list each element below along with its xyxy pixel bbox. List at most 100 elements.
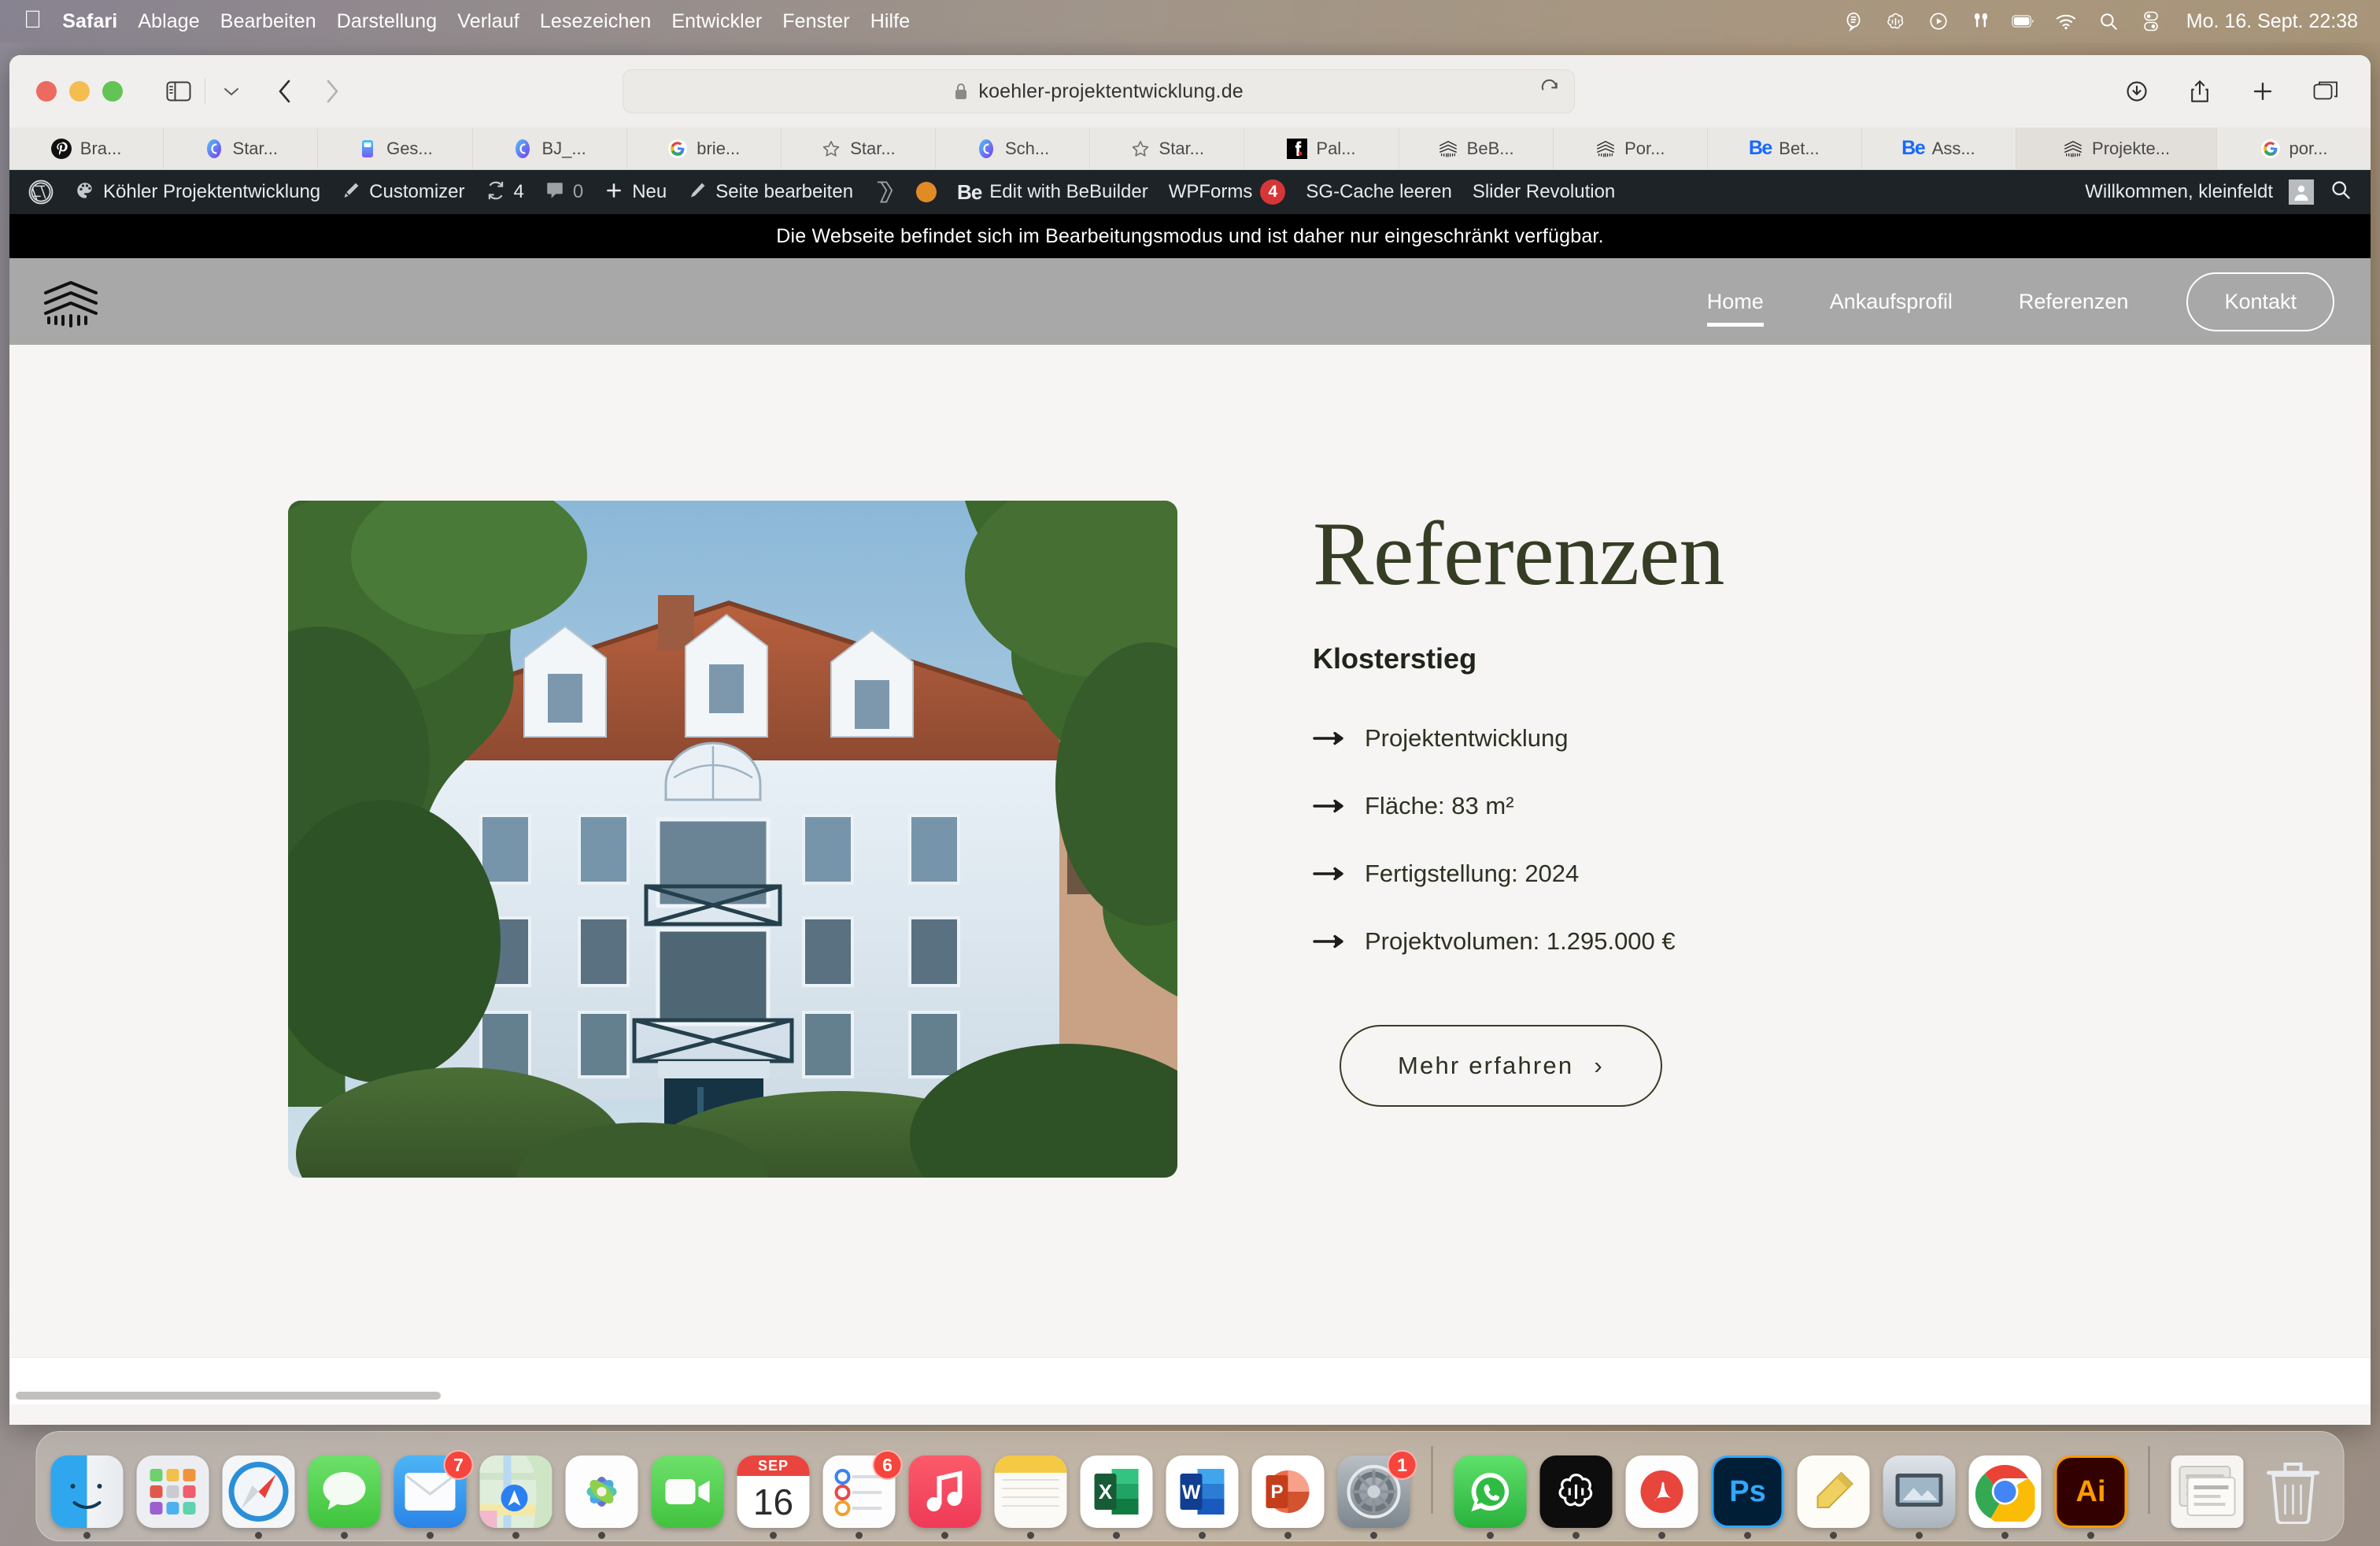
bookmark-item[interactable]: Ges... [318, 128, 473, 169]
dock-app-notes[interactable] [994, 1455, 1067, 1539]
wp-customizer[interactable]: Customizer [331, 180, 475, 205]
bookmark-item[interactable]: Star... [782, 128, 937, 169]
airpods-icon[interactable] [1969, 9, 1993, 33]
dock-app-calendar[interactable]: SEP 16 [737, 1455, 810, 1539]
dock-app-photoshop[interactable]: Ps [1711, 1455, 1784, 1539]
fact-item: Projektentwicklung [1313, 724, 1724, 753]
dock-app-safari[interactable] [222, 1455, 295, 1539]
zoom-button[interactable] [102, 81, 123, 102]
menu-bar-clock[interactable]: Mo. 16. Sept. 22:38 [2186, 10, 2358, 33]
wp-site-name[interactable]: Köhler Projektentwicklung [65, 180, 331, 205]
koehler-roof-logo[interactable] [41, 276, 101, 327]
nav-link-referenzen[interactable]: Referenzen [1986, 290, 2162, 314]
dock-app-finder[interactable] [50, 1455, 124, 1539]
dictation-icon[interactable] [1842, 9, 1865, 33]
wp-slider-revolution[interactable]: Slider Revolution [1462, 181, 1625, 203]
avatar[interactable] [2289, 179, 2314, 205]
bookmark-item[interactable]: BeB... [1399, 128, 1554, 169]
now-playing-icon[interactable] [1927, 9, 1950, 33]
dock-app-acrobat[interactable] [1625, 1455, 1698, 1539]
bookmark-item[interactable]: Be Bet... [1708, 128, 1863, 169]
menu-bearbeiten[interactable]: Bearbeiten [220, 10, 316, 33]
dock-app-illustrator[interactable]: Ai [2054, 1455, 2127, 1539]
reload-icon[interactable] [1539, 79, 1560, 104]
safari-toolbar: koehler-projektentwicklung.de [9, 55, 2371, 128]
horizontal-scrollbar[interactable] [9, 1392, 2371, 1400]
back-button[interactable] [267, 76, 303, 107]
new-tab-icon[interactable] [2245, 76, 2281, 107]
dock-app-notes-yellow[interactable] [1797, 1455, 1870, 1539]
yoast-seo-icon[interactable] [863, 179, 906, 205]
dock-app-photos[interactable] [565, 1455, 638, 1539]
menu-lesezeichen[interactable]: Lesezeichen [540, 10, 651, 33]
wp-wpforms[interactable]: WPForms 4 [1159, 179, 1296, 205]
arrow-right-icon [1313, 866, 1347, 882]
bookmark-item[interactable]: Star... [1090, 128, 1245, 169]
apple-menu-icon[interactable]:  [24, 7, 42, 31]
menu-safari[interactable]: Safari [62, 10, 117, 33]
menu-entwickler[interactable]: Entwickler [671, 10, 762, 33]
wp-greeting[interactable]: Willkommen, kleinfeldt [2085, 181, 2273, 203]
wordpress-logo-menu[interactable] [17, 179, 65, 205]
wp-new-label: Neu [632, 181, 667, 202]
control-center-icon[interactable] [2139, 9, 2163, 33]
dock-app-maps[interactable] [479, 1455, 552, 1539]
nav-link-home[interactable]: Home [1674, 290, 1797, 327]
dock-app-whatsapp[interactable] [1454, 1455, 1527, 1539]
bookmark-item[interactable]: Sch... [936, 128, 1091, 169]
dock-app-messages[interactable] [308, 1455, 381, 1539]
chatgpt-icon[interactable] [1884, 9, 1908, 33]
menu-darstellung[interactable]: Darstellung [337, 10, 438, 33]
dock-app-facetime[interactable] [651, 1455, 724, 1528]
dock-app-chatgpt[interactable] [1539, 1455, 1613, 1539]
menu-fenster[interactable]: Fenster [782, 10, 849, 33]
bookmark-item[interactable]: Pal... [1244, 128, 1399, 169]
tab-overview-icon[interactable] [2308, 76, 2344, 107]
bookmark-item[interactable]: por... [2217, 128, 2371, 169]
dock-app-chrome[interactable] [1968, 1455, 2042, 1539]
menu-ablage[interactable]: Ablage [138, 10, 199, 33]
spotlight-search-icon[interactable] [2097, 9, 2120, 33]
bookmark-item[interactable]: Bra... [9, 128, 164, 169]
dock-app-excel[interactable]: X [1080, 1455, 1153, 1539]
wp-comments[interactable]: 0 [534, 180, 593, 205]
forward-button[interactable] [314, 76, 350, 107]
status-indicator[interactable] [906, 182, 947, 202]
bookmark-item[interactable]: BJ_... [473, 128, 627, 169]
minimize-button[interactable] [69, 81, 90, 102]
dock-app-system-settings[interactable]: 1 [1337, 1450, 1417, 1539]
dock-downloads-stack[interactable] [2171, 1455, 2244, 1528]
wp-sg-cache[interactable]: SG-Cache leeren [1295, 181, 1462, 203]
dock-app-mail[interactable]: 7 [394, 1450, 474, 1539]
dock-app-music[interactable] [908, 1455, 981, 1539]
dock-app-preview[interactable] [1883, 1455, 1956, 1539]
bookmark-item[interactable]: Be Ass... [1862, 128, 2017, 169]
battery-icon[interactable] [2011, 9, 2035, 33]
menu-verlauf[interactable]: Verlauf [457, 10, 519, 33]
wp-new[interactable]: Neu [593, 180, 677, 205]
bookmark-item[interactable]: Por... [1554, 128, 1708, 169]
chevron-down-icon[interactable] [213, 76, 249, 107]
wp-edit-page[interactable]: Seite bearbeiten [677, 180, 863, 205]
nav-cta-kontakt[interactable]: Kontakt [2186, 272, 2334, 331]
downloads-icon[interactable] [2119, 76, 2155, 107]
dock-app-word[interactable]: W [1166, 1455, 1239, 1539]
dock-app-reminders[interactable]: 6 [822, 1450, 903, 1539]
address-bar[interactable]: koehler-projektentwicklung.de [622, 69, 1575, 113]
dock-app-powerpoint[interactable]: P [1251, 1455, 1325, 1539]
wp-updates[interactable]: 4 [475, 180, 534, 205]
share-icon[interactable] [2182, 76, 2218, 107]
search-icon[interactable] [2330, 179, 2352, 206]
bookmark-item-active[interactable]: Projekte... [2016, 128, 2217, 169]
bookmark-item[interactable]: brie... [627, 128, 782, 169]
bookmark-item[interactable]: Star... [164, 128, 319, 169]
wifi-icon[interactable] [2054, 9, 2078, 33]
mehr-erfahren-button[interactable]: Mehr erfahren › [1340, 1025, 1662, 1107]
sidebar-icon[interactable] [161, 76, 197, 107]
nav-link-ankaufsprofil[interactable]: Ankaufsprofil [1797, 290, 1986, 314]
wp-bebuilder[interactable]: Be Edit with BeBuilder [947, 180, 1159, 205]
menu-hilfe[interactable]: Hilfe [870, 10, 911, 33]
close-button[interactable] [36, 81, 57, 102]
dock-app-launchpad[interactable] [136, 1455, 209, 1528]
dock-trash[interactable] [2257, 1455, 2330, 1528]
